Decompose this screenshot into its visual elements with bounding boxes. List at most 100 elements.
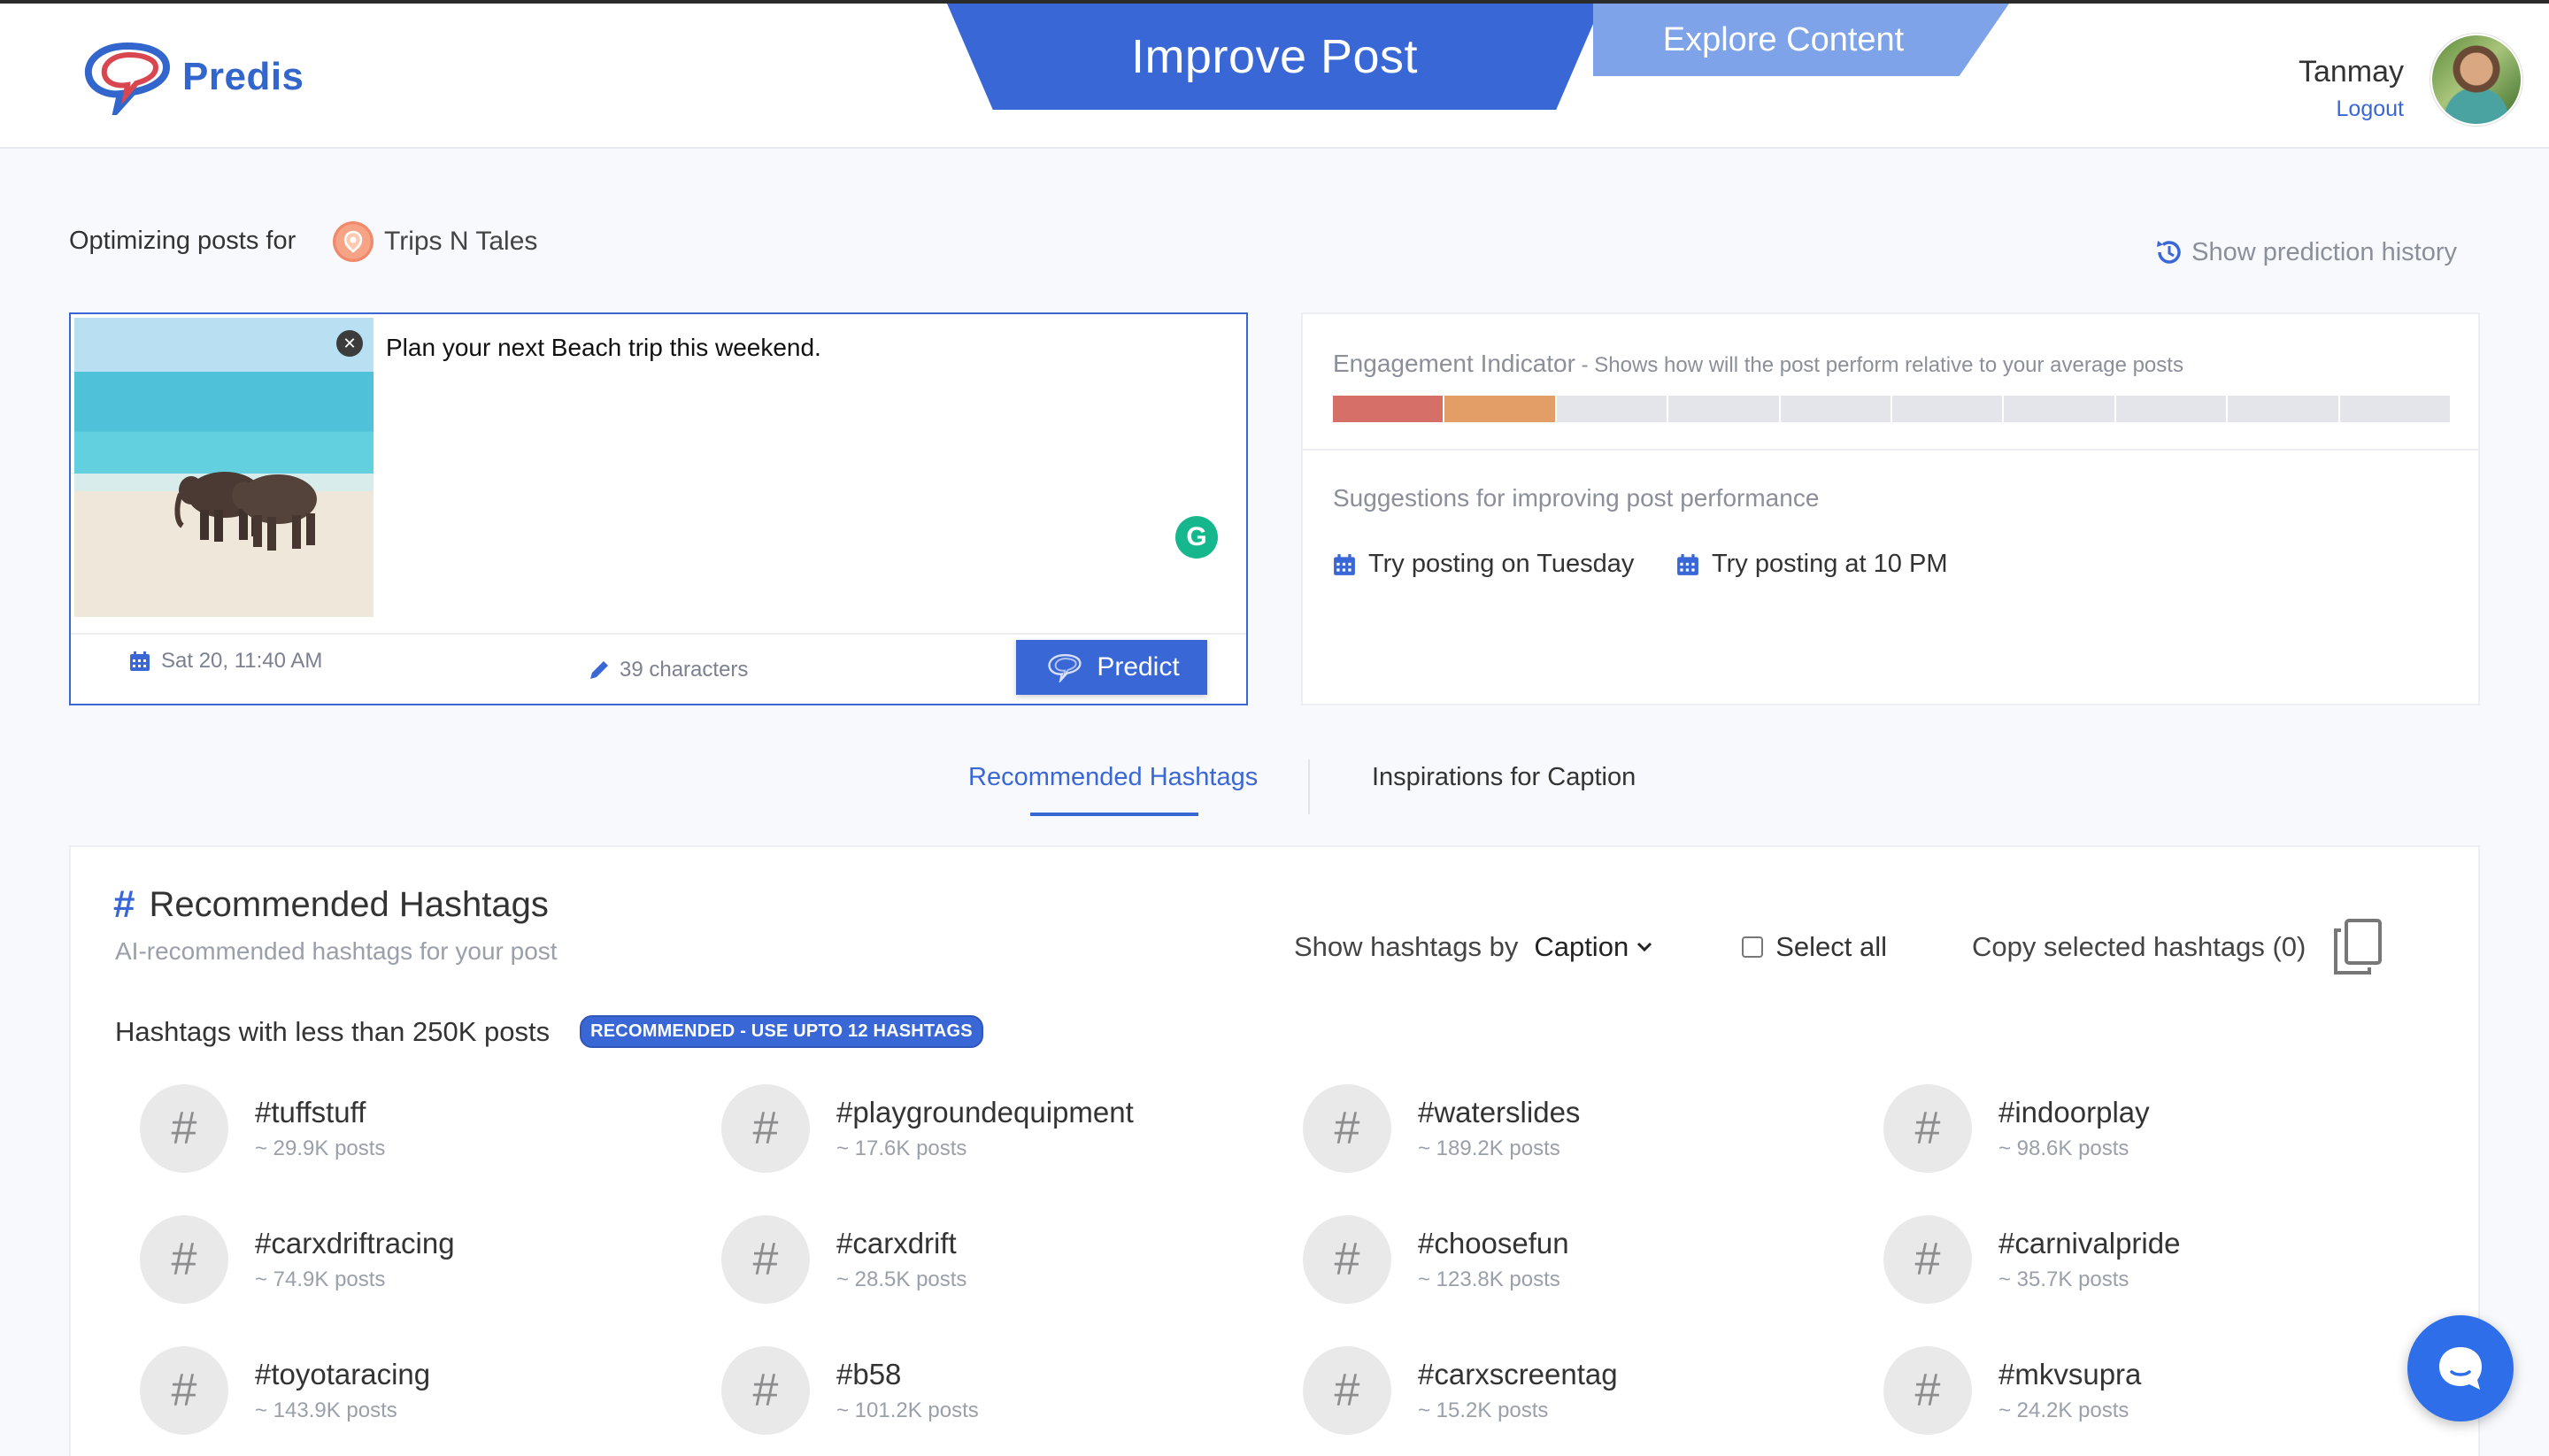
- show-by-value: Caption: [1534, 931, 1629, 962]
- hashtag-item[interactable]: # #carxdriftracing ~ 74.9K posts: [140, 1215, 455, 1304]
- select-all-toggle[interactable]: Select all: [1742, 931, 1887, 963]
- engagement-segment: [2339, 396, 2451, 422]
- show-by-select[interactable]: Caption: [1534, 931, 1653, 963]
- prediction-history-link[interactable]: Show prediction history: [2154, 237, 2457, 267]
- hashtag-name: #toyotaracing: [255, 1358, 431, 1391]
- engagement-title-text: Engagement Indicator: [1333, 350, 1575, 377]
- tab-divider: [1308, 759, 1310, 814]
- suggestion-time-text: Try posting at 10 PM: [1712, 550, 1948, 578]
- hashtag-post-count: ~ 24.2K posts: [1998, 1398, 2129, 1422]
- hashtag-item[interactable]: # #indoorplay ~ 98.6K posts: [1883, 1084, 2150, 1173]
- hashtag-item[interactable]: # #choosefun ~ 123.8K posts: [1303, 1215, 1569, 1304]
- calendar-icon: [130, 651, 150, 671]
- hash-icon: #: [113, 882, 135, 926]
- hashtag-text: #playgroundequipment ~ 17.6K posts: [836, 1096, 1134, 1161]
- tab-recommended-hashtags[interactable]: Recommended Hashtags: [968, 763, 1258, 792]
- suggestions-title: Suggestions for improving post performan…: [1333, 484, 1820, 512]
- hashtag-item[interactable]: # #tuffstuff ~ 29.9K posts: [140, 1084, 385, 1173]
- elephants-icon: [174, 472, 317, 551]
- character-count: 39 characters: [588, 658, 748, 682]
- hashtag-text: #carnivalpride ~ 35.7K posts: [1998, 1227, 2180, 1292]
- brand-name: Predis: [182, 55, 304, 98]
- chevron-down-icon: [1637, 942, 1652, 952]
- tab-inspirations-caption[interactable]: Inspirations for Caption: [1372, 763, 1636, 792]
- account-avatar-icon: [333, 221, 373, 262]
- predis-logo-icon: [84, 42, 171, 115]
- suggestion-day: Try posting on Tuesday: [1333, 550, 1634, 579]
- hashtag-item[interactable]: # #playgroundequipment ~ 17.6K posts: [721, 1084, 1134, 1173]
- grammarly-icon[interactable]: G: [1175, 516, 1218, 559]
- predict-button-label: Predict: [1097, 652, 1180, 682]
- logo[interactable]: Predis: [81, 39, 304, 115]
- hashtag-item[interactable]: # #carxscreentag ~ 15.2K posts: [1303, 1346, 1618, 1435]
- avatar[interactable]: [2430, 34, 2522, 126]
- hashtag-item[interactable]: # #waterslides ~ 189.2K posts: [1303, 1084, 1580, 1173]
- hashtag-text: #b58 ~ 101.2K posts: [836, 1358, 979, 1423]
- optimizing-label: Optimizing posts for: [69, 227, 296, 255]
- schedule-date[interactable]: Sat 20, 11:40 AM: [129, 649, 322, 674]
- hashtag-text: #indoorplay ~ 98.6K posts: [1998, 1096, 2150, 1161]
- chat-bubble-icon: [2439, 1347, 2482, 1390]
- hashtag-item[interactable]: # #mkvsupra ~ 24.2K posts: [1883, 1346, 2141, 1435]
- engagement-segment: [1444, 396, 1555, 422]
- hashtag-item[interactable]: # #b58 ~ 101.2K posts: [721, 1346, 979, 1435]
- hashtag-icon: #: [1883, 1215, 1972, 1304]
- suggestion-time: Try posting at 10 PM: [1676, 550, 1947, 579]
- user-info: Tanmay Logout: [2299, 55, 2404, 122]
- tab-improve-post[interactable]: Improve Post: [947, 4, 1602, 110]
- hashtags-title: # Recommended Hashtags: [113, 882, 549, 927]
- hashtag-controls: Show hashtags by Caption Select all Copy…: [1294, 918, 2383, 976]
- hashtag-text: #choosefun ~ 123.8K posts: [1418, 1227, 1569, 1292]
- hashtag-text: #tuffstuff ~ 29.9K posts: [255, 1096, 385, 1161]
- top-bar: Predis Improve Post Explore Content Tanm…: [0, 0, 2549, 149]
- hashtag-section-header: Hashtags with less than 250K posts RECOM…: [115, 1015, 983, 1048]
- panel-divider: [1303, 449, 2478, 451]
- hashtag-name: #mkvsupra: [1998, 1358, 2142, 1391]
- engagement-bar: [1333, 396, 2451, 422]
- hashtag-post-count: ~ 29.9K posts: [255, 1136, 386, 1160]
- copy-selected-hashtags[interactable]: Copy selected hashtags (0): [1972, 931, 2306, 963]
- hashtag-text: #carxdrift ~ 28.5K posts: [836, 1227, 966, 1292]
- engagement-segment: [1892, 396, 2003, 422]
- engagement-segment: [2228, 396, 2338, 422]
- hashtag-icon: #: [721, 1346, 810, 1435]
- logout-link[interactable]: Logout: [2299, 96, 2404, 122]
- engagement-segment: [1556, 396, 1667, 422]
- hashtag-icon: #: [1303, 1084, 1391, 1173]
- chat-button[interactable]: [2407, 1315, 2514, 1421]
- hashtag-post-count: ~ 143.9K posts: [255, 1398, 397, 1422]
- engagement-segment: [2115, 396, 2227, 422]
- tab-explore-content-label: Explore Content: [1662, 20, 1905, 58]
- hashtag-icon: #: [1303, 1215, 1391, 1304]
- remove-image-icon[interactable]: ✕: [336, 330, 363, 357]
- hashtag-name: #carxdrift: [836, 1227, 957, 1260]
- caption-input[interactable]: Plan your next Beach trip this weekend.: [386, 334, 821, 362]
- hashtag-post-count: ~ 35.7K posts: [1998, 1267, 2129, 1291]
- post-editor: ✕ Plan your next Beach trip this weekend…: [69, 312, 1248, 705]
- hashtag-text: #toyotaracing ~ 143.9K posts: [255, 1358, 430, 1423]
- hashtag-item[interactable]: # #carxdrift ~ 28.5K posts: [721, 1215, 966, 1304]
- hashtag-item[interactable]: # #carnivalpride ~ 35.7K posts: [1883, 1215, 2180, 1304]
- hashtag-text: #carxdriftracing ~ 74.9K posts: [255, 1227, 455, 1292]
- hashtag-post-count: ~ 17.6K posts: [836, 1136, 967, 1160]
- account-selector[interactable]: Trips N Tales: [333, 221, 537, 262]
- predict-button[interactable]: Predict: [1016, 640, 1207, 695]
- select-all-checkbox[interactable]: [1742, 936, 1764, 958]
- recommended-badge: RECOMMENDED - USE UPTO 12 HASHTAGS: [580, 1015, 983, 1048]
- engagement-title: Engagement Indicator - Shows how will th…: [1333, 350, 2183, 378]
- suggestion-day-text: Try posting on Tuesday: [1368, 550, 1635, 578]
- hashtag-icon: #: [140, 1084, 228, 1173]
- copy-icon[interactable]: [2332, 918, 2383, 976]
- hashtags-panel: # Recommended Hashtags AI-recommended ha…: [69, 845, 2480, 1456]
- calendar-icon: [1677, 553, 1698, 575]
- tab-explore-content[interactable]: Explore Content: [1593, 4, 2009, 76]
- pencil-icon: [590, 661, 608, 679]
- hashtag-post-count: ~ 189.2K posts: [1418, 1136, 1560, 1160]
- hashtag-text: #mkvsupra ~ 24.2K posts: [1998, 1358, 2141, 1423]
- account-name: Trips N Tales: [384, 227, 538, 256]
- hashtag-icon: #: [140, 1346, 228, 1435]
- hashtags-title-text: Recommended Hashtags: [149, 884, 549, 924]
- hashtag-item[interactable]: # #toyotaracing ~ 143.9K posts: [140, 1346, 430, 1435]
- hashtags-subtitle: AI-recommended hashtags for your post: [115, 937, 558, 965]
- hashtag-post-count: ~ 74.9K posts: [255, 1267, 386, 1291]
